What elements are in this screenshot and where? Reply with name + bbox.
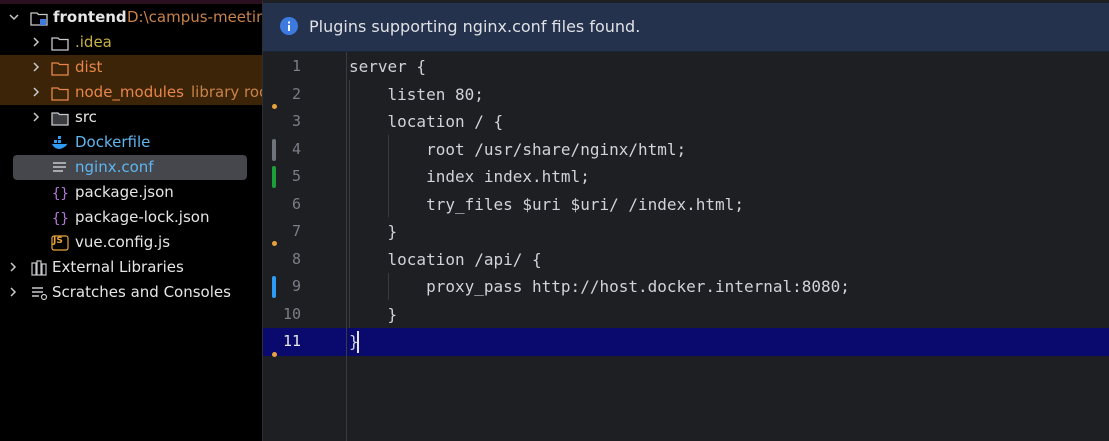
info-icon — [280, 17, 298, 35]
docker-icon — [51, 134, 69, 151]
tree-item-external-libraries[interactable]: External Libraries — [0, 255, 262, 280]
chevron-right-icon[interactable] — [30, 86, 42, 98]
code-text[interactable]: } — [349, 218, 398, 246]
chevron-right-icon[interactable] — [30, 36, 42, 48]
code-text[interactable]: server { — [349, 53, 426, 81]
folder-icon — [51, 84, 69, 101]
code-text[interactable]: location /api/ { — [349, 246, 542, 274]
change-marker-bar[interactable] — [272, 138, 276, 161]
code-line[interactable]: 9 proxy_pass http://host.docker.internal… — [263, 273, 1109, 301]
chevron-right-icon[interactable] — [30, 61, 42, 73]
tree-item-vue-config-js[interactable]: JS vue.config.js — [0, 230, 262, 255]
project-name: frontend — [53, 8, 127, 26]
line-number: 9 — [291, 277, 301, 295]
folder-icon — [51, 59, 69, 76]
change-marker-bar[interactable] — [272, 166, 276, 188]
json-file-icon: {} — [51, 209, 69, 226]
line-number: 5 — [291, 167, 301, 185]
plugin-notification-banner: Plugins supporting nginx.conf files foun… — [263, 3, 1109, 52]
line-number: 3 — [291, 112, 301, 130]
tree-item-label: src — [75, 108, 97, 126]
js-badge: JS — [53, 236, 63, 246]
chevron-down-icon[interactable] — [8, 11, 20, 23]
tree-item-label: dist — [75, 58, 103, 76]
tree-item-idea[interactable]: .idea — [0, 30, 262, 55]
chevron-right-icon[interactable] — [30, 111, 42, 123]
tree-item-frontend[interactable]: frontend D:\campus-meeting — [0, 5, 262, 30]
svg-text:{}: {} — [52, 186, 69, 201]
text-caret — [357, 331, 359, 353]
code-line[interactable]: 4 root /usr/share/nginx/html; — [263, 136, 1109, 164]
chevron-right-icon[interactable] — [7, 261, 19, 273]
tree-item-label: nginx.conf — [75, 158, 154, 176]
line-number: 11 — [282, 332, 301, 350]
code-line[interactable]: 1 server { — [263, 53, 1109, 81]
line-number: 2 — [291, 84, 301, 103]
tree-item-package-json[interactable]: {} package.json — [0, 180, 262, 205]
library-root-hint: library root — [191, 83, 262, 101]
tree-item-label: .idea — [75, 33, 112, 51]
code-text[interactable]: proxy_pass http://host.docker.internal:8… — [349, 273, 850, 301]
code-text[interactable]: try_files $uri $uri/ /index.html; — [349, 191, 744, 219]
code-line[interactable]: 7 } — [263, 218, 1109, 246]
folder-icon — [51, 34, 69, 51]
tree-item-label: vue.config.js — [75, 233, 171, 251]
line-number: 6 — [291, 194, 301, 213]
svg-text:{}: {} — [52, 211, 69, 226]
line-number: 7 — [291, 222, 301, 240]
change-marker-dot — [272, 352, 277, 357]
line-number: 8 — [291, 249, 301, 268]
project-path: D:\campus-meeting — [127, 8, 262, 26]
tree-item-label: Scratches and Consoles — [52, 283, 231, 301]
tree-item-label: package.json — [75, 183, 174, 201]
code-text[interactable]: index index.html; — [349, 163, 590, 191]
change-marker-bar[interactable] — [272, 276, 276, 298]
code-line[interactable]: 6 try_files $uri $uri/ /index.html; — [263, 191, 1109, 219]
text-file-icon — [51, 159, 69, 176]
tree-item-label: Dockerfile — [75, 133, 151, 151]
code-line-current[interactable]: 11 } — [263, 328, 1109, 357]
tree-item-scratches-and-consoles[interactable]: Scratches and Consoles — [0, 280, 262, 305]
gutter-separator — [346, 52, 347, 441]
line-number: 1 — [291, 57, 301, 75]
code-line[interactable]: 3 location / { — [263, 108, 1109, 136]
code-text[interactable]: } — [349, 301, 398, 329]
code-text[interactable]: root /usr/share/nginx/html; — [349, 136, 686, 164]
tree-item-package-lock-json[interactable]: {} package-lock.json — [0, 205, 262, 230]
tree-item-label: node_modules — [75, 83, 184, 101]
code-line[interactable]: 10 } — [263, 301, 1109, 329]
tree-item-node-modules[interactable]: node_modules library root — [0, 80, 262, 105]
tree-item-label: package-lock.json — [75, 208, 210, 226]
tree-item-dist[interactable]: dist — [0, 55, 262, 80]
code-editor[interactable]: Plugins supporting nginx.conf files foun… — [263, 0, 1109, 441]
json-file-icon: {} — [51, 184, 69, 201]
line-number: 4 — [291, 139, 301, 158]
tree-item-nginx-conf[interactable]: nginx.conf — [0, 155, 262, 180]
module-folder-icon — [30, 9, 48, 26]
code-line[interactable]: 5 index index.html; — [263, 163, 1109, 191]
js-file-icon: JS — [51, 234, 69, 251]
tree-item-label: External Libraries — [52, 258, 184, 276]
line-number: 10 — [282, 304, 301, 323]
code-line[interactable]: 8 location /api/ { — [263, 246, 1109, 274]
scratches-icon — [30, 284, 48, 301]
tree-item-dockerfile[interactable]: Dockerfile — [0, 130, 262, 155]
project-tree-panel: frontend D:\campus-meeting .idea dist no… — [0, 0, 262, 441]
code-line[interactable]: 2 listen 80; — [263, 81, 1109, 109]
code-text[interactable]: location / { — [349, 108, 504, 136]
chevron-right-icon[interactable] — [7, 286, 19, 298]
tree-item-src[interactable]: src — [0, 105, 262, 130]
library-icon — [30, 259, 48, 276]
banner-text: Plugins supporting nginx.conf files foun… — [309, 17, 641, 36]
code-text[interactable]: listen 80; — [349, 81, 484, 109]
folder-icon — [51, 109, 69, 126]
